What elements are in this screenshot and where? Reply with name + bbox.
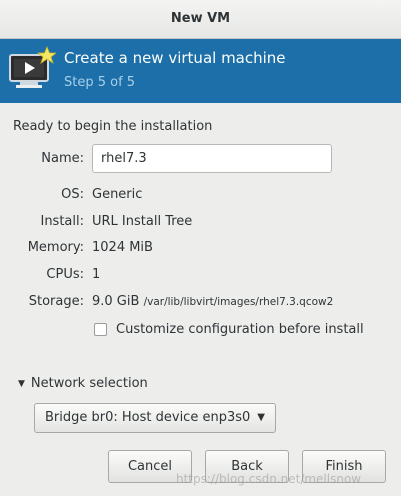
install-value: URL Install Tree xyxy=(92,214,193,229)
vm-monitor-icon xyxy=(8,45,58,91)
network-source-dropdown[interactable]: Bridge br0: Host device enp3s0 ▼ xyxy=(34,403,276,433)
customize-checkbox[interactable] xyxy=(94,323,107,336)
name-label: Name: xyxy=(41,151,84,166)
network-selection-label: Network selection xyxy=(30,376,148,391)
wizard-banner: Create a new virtual machine Step 5 of 5 xyxy=(0,39,401,103)
name-field[interactable] xyxy=(92,144,332,173)
install-label: Install: xyxy=(40,214,84,229)
cpus-value: 1 xyxy=(92,267,101,282)
ready-heading: Ready to begin the installation xyxy=(13,119,213,134)
memory-label: Memory: xyxy=(27,240,84,255)
banner-heading: Create a new virtual machine xyxy=(64,49,286,67)
os-value: Generic xyxy=(92,187,143,202)
triangle-down-icon: ▼ xyxy=(18,379,25,389)
network-source-value: Bridge br0: Host device enp3s0 xyxy=(45,410,251,425)
memory-value: 1024 MiB xyxy=(92,240,153,255)
storage-label: Storage: xyxy=(28,294,84,309)
os-label: OS: xyxy=(61,187,84,202)
storage-value: 9.0 GiB /var/lib/libvirt/images/rhel7.3.… xyxy=(92,294,333,309)
window-title: New VM xyxy=(170,11,231,26)
cpus-label: CPUs: xyxy=(46,267,84,282)
customize-checkbox-label[interactable]: Customize configuration before install xyxy=(116,322,364,337)
caret-down-icon: ▼ xyxy=(257,412,265,423)
window-titlebar: New VM xyxy=(0,0,401,39)
storage-path: /var/lib/libvirt/images/rhel7.3.qcow2 xyxy=(143,296,334,308)
banner-step: Step 5 of 5 xyxy=(64,75,136,90)
network-selection-expander[interactable]: ▼ Network selection xyxy=(18,376,148,391)
watermark-text: https://blog.csdn.net/mellsnow xyxy=(176,472,362,486)
storage-size: 9.0 GiB xyxy=(92,294,140,309)
